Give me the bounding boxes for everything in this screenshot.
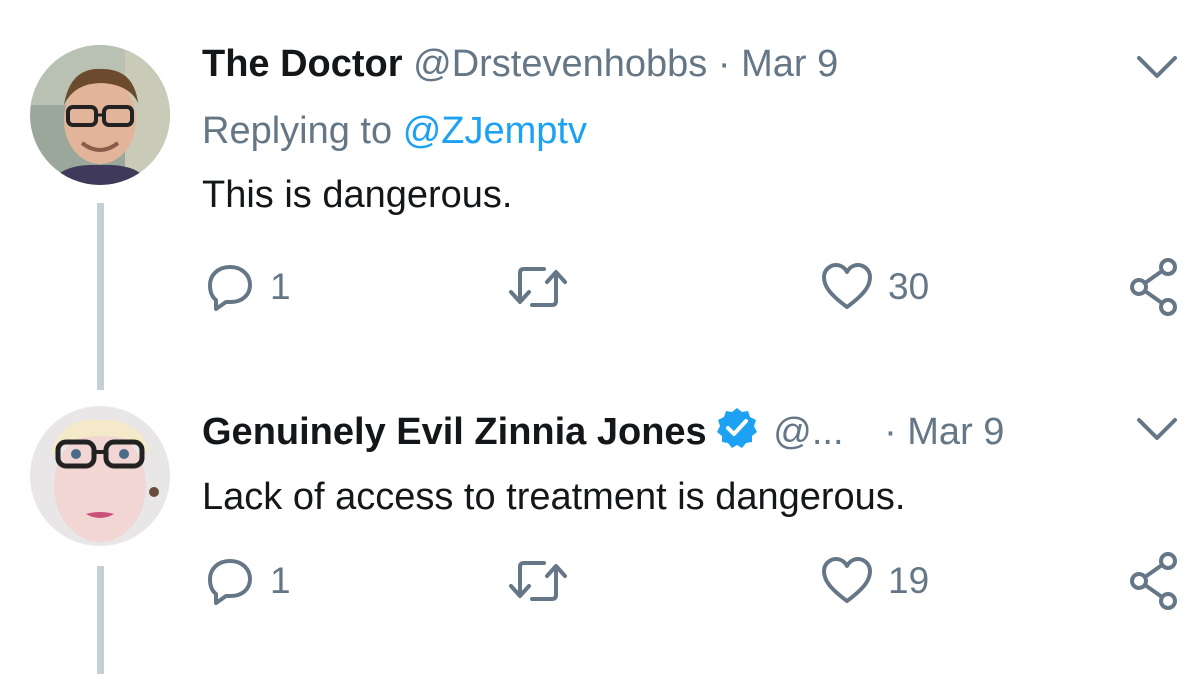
thread-line	[97, 566, 104, 674]
share-icon	[1130, 258, 1177, 316]
share-button[interactable]	[1128, 552, 1180, 610]
timestamp[interactable]: Mar 9	[741, 43, 838, 85]
reply-button[interactable]: 1	[204, 262, 291, 312]
share-icon	[1130, 552, 1177, 610]
handle[interactable]: @...	[773, 411, 843, 453]
tweet-text: This is dangerous.	[202, 174, 513, 216]
reply-count: 1	[270, 266, 291, 307]
reply-button[interactable]: 1	[204, 556, 291, 606]
like-icon	[822, 263, 872, 309]
chevron-down-icon[interactable]	[1135, 414, 1179, 444]
separator: ·	[884, 411, 897, 453]
replying-to-label: Replying to	[202, 110, 393, 152]
display-name[interactable]: Genuinely Evil Zinnia Jones	[202, 411, 707, 453]
timestamp[interactable]: Mar 9	[907, 411, 1004, 453]
tweet[interactable]: Genuinely Evil Zinnia Jones @... · Mar 9…	[0, 398, 1200, 674]
thread-line	[97, 203, 104, 390]
handle[interactable]: @Drstevenhobbs	[413, 43, 707, 85]
tweet-header: Genuinely Evil Zinnia Jones @... · Mar 9	[202, 406, 1004, 454]
tweet-header: The Doctor @Drstevenhobbs · Mar 9	[202, 42, 838, 86]
tweet[interactable]: The Doctor @Drstevenhobbs · Mar 9 Replyi…	[0, 0, 1200, 398]
replying-to: Replying to @ZJemptv	[202, 108, 587, 154]
share-button[interactable]	[1128, 258, 1180, 316]
like-button[interactable]: 19	[820, 556, 929, 606]
avatar[interactable]	[30, 406, 170, 546]
retweet-icon	[509, 267, 567, 307]
reply-count: 1	[270, 560, 291, 601]
verified-badge-icon	[716, 408, 757, 448]
like-count: 19	[888, 560, 930, 601]
mention-link[interactable]: @ZJemptv	[403, 110, 587, 152]
chevron-down-icon[interactable]	[1135, 52, 1179, 82]
separator: ·	[717, 43, 731, 85]
reply-icon	[208, 559, 252, 605]
display-name[interactable]: The Doctor	[202, 43, 403, 85]
like-button[interactable]: 30	[820, 262, 929, 312]
retweet-button[interactable]	[506, 262, 584, 312]
retweet-button[interactable]	[506, 556, 584, 606]
like-count: 30	[888, 266, 930, 307]
reply-icon	[208, 265, 252, 311]
retweet-icon	[509, 561, 567, 601]
avatar[interactable]	[30, 45, 170, 185]
tweet-text: Lack of access to treatment is dangerous…	[202, 476, 906, 518]
like-icon	[822, 557, 872, 603]
